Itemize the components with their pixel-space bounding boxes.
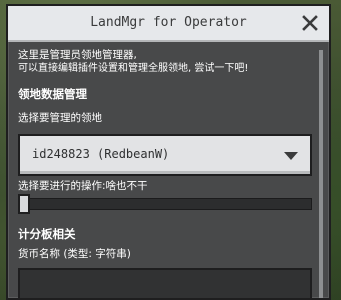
intro-line-2: 可以直接编辑插件设置和管理全服领地, 尝试一下吧! xyxy=(18,63,249,74)
currency-name-input[interactable] xyxy=(18,268,312,298)
land-dropdown-value: id248823 (RedbeanW) xyxy=(32,147,170,161)
operation-slider-track[interactable] xyxy=(18,198,312,210)
operation-label: 选择要进行的操作:啥也不干 xyxy=(18,180,148,192)
intro-line-1: 这里是管理员领地管理器, xyxy=(18,49,137,61)
operation-slider-handle[interactable] xyxy=(18,194,30,214)
land-data-header: 领地数据管理 xyxy=(18,87,87,101)
land-dropdown[interactable]: id248823 (RedbeanW) xyxy=(18,134,312,176)
currency-name-label: 货币名称 (类型: 字符串) xyxy=(18,248,131,260)
select-land-label: 选择要管理的领地 xyxy=(18,112,102,124)
scrollbar[interactable] xyxy=(319,50,323,298)
land-manager-dialog: LandMgr for Operator 这里是管理员领地管理器, 可以直接编辑… xyxy=(6,4,331,300)
title-bar: LandMgr for Operator xyxy=(8,6,329,42)
window-title: LandMgr for Operator xyxy=(90,15,247,30)
scoreboard-header: 计分板相关 xyxy=(18,227,76,241)
close-button[interactable] xyxy=(301,14,319,32)
close-icon xyxy=(302,15,318,31)
form-content[interactable]: 这里是管理员领地管理器, 可以直接编辑插件设置和管理全服领地, 尝试一下吧! 领… xyxy=(14,46,319,298)
chevron-down-icon xyxy=(284,152,298,160)
